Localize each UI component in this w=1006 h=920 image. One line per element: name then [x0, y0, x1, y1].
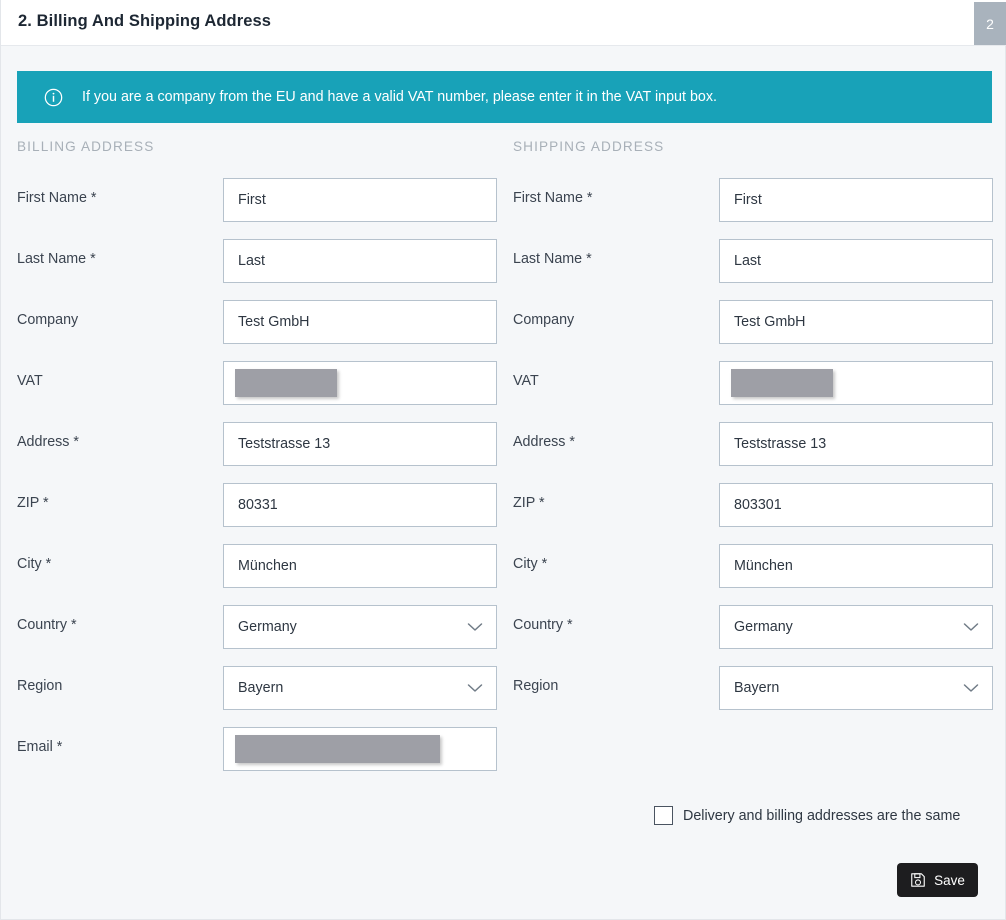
billing-field-input[interactable] — [223, 727, 497, 771]
billing-field-value: Germany — [238, 619, 297, 635]
chevron-down-icon — [467, 684, 483, 692]
shipping-address-heading: SHIPPING ADDRESS — [513, 139, 665, 154]
panel-header: 2. Billing And Shipping Address 2 — [1, 0, 1006, 46]
billing-field-row: ZIP * 80331 — [17, 483, 497, 527]
redacted-value-block — [731, 369, 833, 397]
billing-field-input[interactable]: 80331 — [223, 483, 497, 527]
billing-field-label: Company — [17, 312, 79, 328]
billing-field-select[interactable]: Bayern — [223, 666, 497, 710]
shipping-field-row: Country * Germany — [513, 605, 993, 649]
shipping-field-label: Company — [513, 312, 575, 328]
shipping-field-row: Region Bayern — [513, 666, 993, 710]
billing-shipping-panel: 2. Billing And Shipping Address 2 If you… — [0, 0, 1006, 920]
billing-field-value: Bayern — [238, 680, 284, 696]
shipping-field-row: ZIP * 803301 — [513, 483, 993, 527]
floppy-disk-icon — [911, 873, 925, 887]
shipping-field-row: Last Name * Last — [513, 239, 993, 283]
shipping-field-row: Address * Teststrasse 13 — [513, 422, 993, 466]
shipping-field-input[interactable]: München — [719, 544, 993, 588]
billing-field-label: Email * — [17, 739, 63, 755]
shipping-field-input[interactable]: 803301 — [719, 483, 993, 527]
billing-field-label: VAT — [17, 373, 43, 389]
billing-field-value: Teststrasse 13 — [238, 436, 331, 452]
shipping-field-value: Germany — [734, 619, 793, 635]
shipping-field-value: 803301 — [734, 497, 782, 513]
billing-field-label: City * — [17, 556, 52, 572]
page-title: 2. Billing And Shipping Address — [18, 12, 272, 30]
chevron-down-icon — [467, 623, 483, 631]
same-address-checkbox[interactable] — [654, 806, 673, 825]
billing-field-value: First — [238, 192, 266, 208]
shipping-field-row: Company Test GmbH — [513, 300, 993, 344]
chevron-down-icon — [963, 684, 979, 692]
billing-field-row: Country * Germany — [17, 605, 497, 649]
shipping-field-value: Teststrasse 13 — [734, 436, 827, 452]
shipping-field-label: City * — [513, 556, 548, 572]
same-address-row[interactable]: Delivery and billing addresses are the s… — [654, 806, 960, 825]
shipping-field-input[interactable]: First — [719, 178, 993, 222]
billing-field-row: Last Name * Last — [17, 239, 497, 283]
shipping-field-value: Test GmbH — [734, 314, 806, 330]
billing-field-row: Region Bayern — [17, 666, 497, 710]
billing-field-label: Country * — [17, 617, 77, 633]
billing-field-label: First Name * — [17, 190, 97, 206]
billing-field-input[interactable]: Last — [223, 239, 497, 283]
redacted-value-block — [235, 369, 337, 397]
vat-info-banner: If you are a company from the EU and hav… — [17, 71, 992, 123]
shipping-field-label: First Name * — [513, 190, 593, 206]
billing-field-value: 80331 — [238, 497, 278, 513]
shipping-field-input[interactable]: Test GmbH — [719, 300, 993, 344]
shipping-field-label: Region — [513, 678, 559, 694]
vat-info-message: If you are a company from the EU and hav… — [82, 89, 717, 105]
step-number-badge: 2 — [974, 2, 1006, 45]
shipping-field-label: Last Name * — [513, 251, 592, 267]
shipping-field-label: Address * — [513, 434, 575, 450]
shipping-field-label: ZIP * — [513, 495, 545, 511]
shipping-field-value: Bayern — [734, 680, 780, 696]
billing-address-heading: BILLING ADDRESS — [17, 139, 155, 154]
shipping-field-value: München — [734, 558, 793, 574]
save-button[interactable]: Save — [897, 863, 978, 897]
shipping-field-select[interactable]: Germany — [719, 605, 993, 649]
shipping-field-row: City * München — [513, 544, 993, 588]
shipping-field-select[interactable]: Bayern — [719, 666, 993, 710]
shipping-field-input[interactable]: Last — [719, 239, 993, 283]
billing-field-value: Last — [238, 253, 266, 269]
billing-field-row: City * München — [17, 544, 497, 588]
same-address-label: Delivery and billing addresses are the s… — [683, 807, 961, 824]
billing-field-label: Region — [17, 678, 63, 694]
shipping-field-row: First Name * First — [513, 178, 993, 222]
billing-field-row: First Name * First — [17, 178, 497, 222]
billing-field-input[interactable] — [223, 361, 497, 405]
shipping-field-label: Country * — [513, 617, 573, 633]
shipping-field-input[interactable] — [719, 361, 993, 405]
shipping-field-input[interactable]: Teststrasse 13 — [719, 422, 993, 466]
billing-field-row: Company Test GmbH — [17, 300, 497, 344]
billing-field-input[interactable]: Test GmbH — [223, 300, 497, 344]
billing-field-value: Test GmbH — [238, 314, 310, 330]
billing-field-row: VAT — [17, 361, 497, 405]
chevron-down-icon — [963, 623, 979, 631]
billing-field-row: Email * — [17, 727, 497, 771]
shipping-field-label: VAT — [513, 373, 539, 389]
billing-field-label: Address * — [17, 434, 79, 450]
billing-field-input[interactable]: Teststrasse 13 — [223, 422, 497, 466]
save-button-label: Save — [934, 872, 965, 888]
billing-field-input[interactable]: München — [223, 544, 497, 588]
shipping-field-value: Last — [734, 253, 762, 269]
billing-field-input[interactable]: First — [223, 178, 497, 222]
billing-field-select[interactable]: Germany — [223, 605, 497, 649]
redacted-value-block — [235, 735, 440, 763]
billing-field-label: Last Name * — [17, 251, 96, 267]
billing-field-value: München — [238, 558, 297, 574]
billing-field-row: Address * Teststrasse 13 — [17, 422, 497, 466]
billing-field-label: ZIP * — [17, 495, 49, 511]
info-circle-icon — [44, 88, 63, 106]
shipping-field-row: VAT — [513, 361, 993, 405]
shipping-field-value: First — [734, 192, 762, 208]
